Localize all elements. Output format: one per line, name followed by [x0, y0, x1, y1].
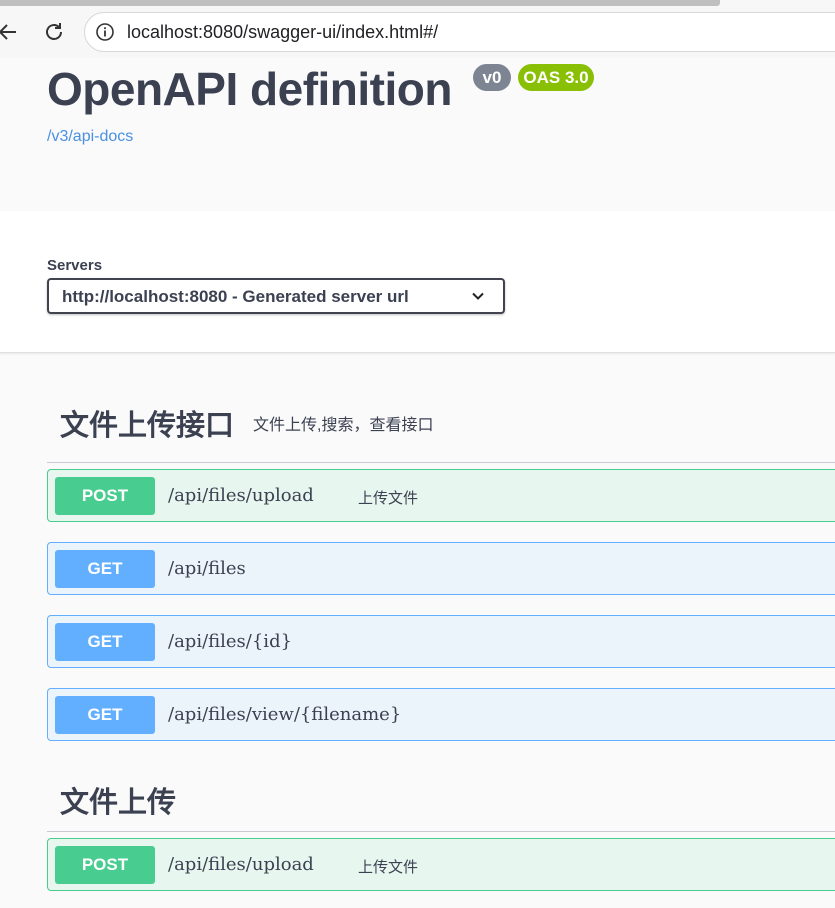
api-docs-link[interactable]: /v3/api-docs: [47, 128, 133, 146]
operation-post-upload-2[interactable]: POST /api/files/upload 上传文件: [47, 838, 835, 891]
operation-get-files[interactable]: GET /api/files: [47, 542, 835, 595]
server-select[interactable]: http://localhost:8080 - Generated server…: [47, 278, 505, 314]
operation-summary: 上传文件: [358, 490, 419, 507]
method-badge: GET: [55, 623, 155, 661]
tag-header-file-upload[interactable]: 文件上传: [47, 765, 835, 832]
operation-post-upload[interactable]: POST /api/files/upload 上传文件: [47, 469, 835, 522]
version-badge: v0: [473, 64, 511, 91]
servers-section: Servers http://localhost:8080 - Generate…: [0, 211, 835, 353]
browser-toolbar: localhost:8080/swagger-ui/index.html#/: [0, 0, 835, 58]
method-badge: GET: [55, 550, 155, 588]
address-bar[interactable]: localhost:8080/swagger-ui/index.html#/: [84, 12, 835, 52]
url-text: localhost:8080/swagger-ui/index.html#/: [127, 22, 439, 42]
operation-path: /api/files: [168, 558, 246, 579]
tag-name: 文件上传: [60, 787, 177, 819]
method-badge: POST: [55, 846, 155, 884]
operation-summary: 上传文件: [358, 859, 419, 876]
operation-path: /api/files/upload: [168, 854, 314, 875]
operation-get-file-by-id[interactable]: GET /api/files/{id}: [47, 615, 835, 668]
tag-name: 文件上传接口: [60, 410, 235, 442]
servers-label: Servers: [47, 257, 103, 274]
method-badge: POST: [55, 477, 155, 515]
page-title: OpenAPI definition: [47, 63, 452, 115]
operation-path: /api/files/view/{filename}: [168, 704, 402, 725]
tab-strip: [0, 0, 720, 6]
tag-description: 文件上传,搜索，查看接口: [253, 417, 434, 434]
operation-path: /api/files/upload: [168, 485, 314, 506]
back-arrow-icon[interactable]: [0, 18, 22, 46]
operation-get-file-view[interactable]: GET /api/files/view/{filename}: [47, 688, 835, 741]
oas-badge: OAS 3.0: [518, 64, 594, 91]
site-info-icon[interactable]: [95, 22, 115, 42]
reload-icon[interactable]: [40, 18, 68, 46]
server-selected-value: http://localhost:8080 - Generated server…: [62, 287, 409, 306]
chevron-down-icon: [470, 288, 486, 304]
api-info-section: OpenAPI definition v0 OAS 3.0 /v3/api-do…: [0, 58, 835, 211]
operation-path: /api/files/{id}: [168, 631, 293, 652]
tag-header-file-upload-api[interactable]: 文件上传接口 文件上传,搜索，查看接口: [47, 390, 835, 463]
method-badge: GET: [55, 696, 155, 734]
